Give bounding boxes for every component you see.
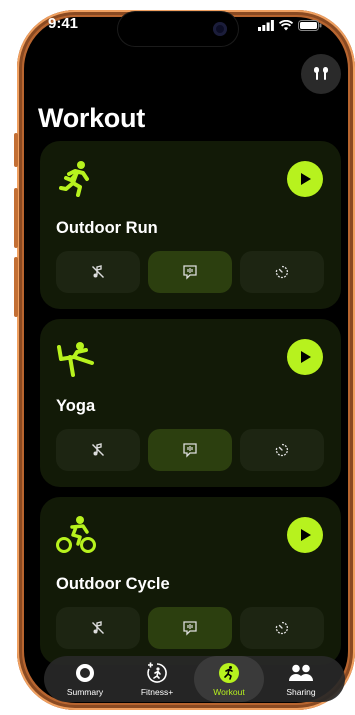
battery-icon (298, 20, 322, 31)
music-off-icon (92, 443, 104, 456)
voice-feedback-icon (183, 621, 197, 636)
play-icon (301, 173, 311, 185)
tab-sharing[interactable]: Sharing (266, 656, 336, 702)
timer-icon (275, 265, 288, 279)
voice-feedback-icon (183, 443, 197, 458)
activity-ring-icon (76, 664, 94, 682)
timer-icon (275, 443, 288, 457)
airpods-icon (314, 67, 328, 80)
timer-button[interactable] (240, 251, 324, 293)
front-camera (213, 22, 227, 36)
tab-fitness-plus[interactable]: Fitness+ (122, 656, 192, 702)
yoga-figure-icon (57, 342, 94, 377)
tab-summary[interactable]: Summary (50, 656, 120, 702)
workout-card-outdoor-cycle[interactable]: Outdoor Cycle (40, 497, 341, 665)
tab-workout[interactable]: Workout (194, 656, 264, 702)
volume-up-button (14, 188, 18, 248)
timer-button[interactable] (240, 607, 324, 649)
timer-icon (275, 621, 288, 635)
signal-icon (258, 20, 274, 31)
fitness-plus-icon (147, 662, 167, 683)
timer-button[interactable] (240, 429, 324, 471)
page-title: Workout (38, 103, 145, 133)
play-icon (301, 529, 311, 541)
workout-runner-icon (219, 663, 239, 683)
music-off-button[interactable] (56, 607, 140, 649)
tab-label: Workout (213, 687, 245, 697)
status-time: 9:41 (48, 15, 79, 32)
status-icons (258, 20, 322, 31)
start-workout-button[interactable] (287, 161, 323, 197)
start-workout-button[interactable] (287, 517, 323, 553)
play-icon (301, 351, 311, 363)
start-workout-button[interactable] (287, 339, 323, 375)
music-off-icon (92, 265, 104, 278)
volume-down-button (14, 257, 18, 317)
running-figure-icon (59, 161, 89, 197)
workout-card-outdoor-run[interactable]: Outdoor Run (40, 141, 341, 309)
voice-feedback-button[interactable] (148, 429, 232, 471)
workout-name: Outdoor Run (56, 219, 158, 237)
tab-label: Fitness+ (140, 687, 174, 697)
voice-feedback-button[interactable] (148, 607, 232, 649)
airpods-button[interactable] (301, 54, 341, 94)
cycling-figure-icon (56, 516, 96, 553)
workout-name: Outdoor Cycle (56, 575, 170, 593)
wifi-icon (279, 20, 293, 31)
people-icon (289, 664, 313, 681)
music-off-button[interactable] (56, 251, 140, 293)
voice-feedback-icon (183, 265, 197, 280)
voice-feedback-button[interactable] (148, 251, 232, 293)
workout-card-yoga[interactable]: Yoga (40, 319, 341, 487)
workout-name: Yoga (56, 397, 96, 415)
action-button (14, 133, 18, 167)
tab-label: Summary (66, 687, 104, 697)
tab-label: Sharing (286, 687, 316, 697)
music-off-button[interactable] (56, 429, 140, 471)
music-off-icon (92, 621, 104, 634)
tab-bar: Summary Fitness+ Workout Sharing (44, 656, 345, 702)
